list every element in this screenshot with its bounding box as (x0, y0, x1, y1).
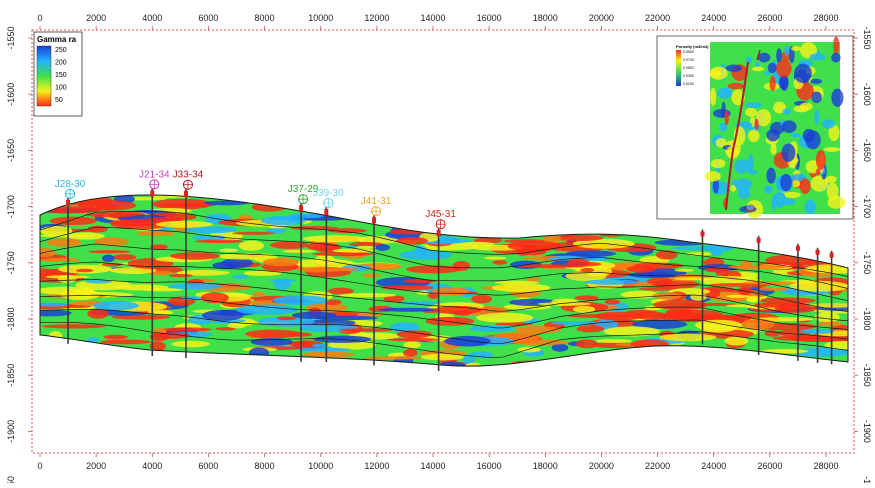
viewport[interactable]: J28-30 J21-34 J33-34 J37-29 J39-30 J41-31 J45-… (0, 0, 875, 488)
y-tick-label-left: -1900 (6, 420, 16, 443)
x-tick-label-top: 26000 (757, 13, 782, 23)
y-tick-label-right: -1550 (862, 26, 872, 49)
x-tick-label-bottom: 8000 (255, 461, 275, 471)
x-tick-label-bottom: 6000 (198, 461, 218, 471)
y-axis-left: -1550 -1600 -1650 -1700 -1750 -1800 -1850 -1900… (6, 26, 32, 488)
legend-label: 50 (55, 97, 63, 104)
legend-color-bar (36, 45, 52, 107)
x-tick-label-bottom: 22000 (645, 461, 670, 471)
x-tick-label-top: 10000 (308, 13, 333, 23)
legend-label: 100 (55, 85, 67, 92)
x-tick-label-top: 20000 (589, 13, 614, 23)
y-tick-label-right: -1750 (862, 251, 872, 274)
x-tick-label-top: 12000 (364, 13, 389, 23)
x-tick-label-bottom: 10000 (308, 461, 333, 471)
well-top-marker (183, 190, 188, 197)
x-tick-label-bottom: 2000 (86, 461, 106, 471)
y-tick-label-right: -1900 (862, 420, 872, 443)
x-tick-label-bottom: 28000 (813, 461, 838, 471)
y-tick-label-right: -1850 (862, 364, 872, 387)
y-tick-label-left: -1800 (6, 307, 16, 330)
legend-label: 250 (55, 47, 67, 54)
x-tick-label-top: 18000 (533, 13, 558, 23)
y-tick-label-right: -1700 (862, 195, 872, 218)
x-tick-label-bottom: 18000 (533, 461, 558, 471)
color-legend[interactable]: Gamma ra 250 200 150 100 50 (33, 31, 83, 117)
y-tick-label-left: -1950 (6, 476, 16, 483)
cross-section-view[interactable]: J28-30J21-34 J33-34J37-29J39-30J41-31J45-… (0, 0, 875, 488)
inset-legend-label: 0.0700 (683, 58, 694, 62)
legend-label: 150 (55, 72, 67, 79)
well-label: J41-31 (361, 196, 392, 207)
x-tick-label-top: 2000 (86, 13, 106, 23)
y-tick-label-right: -1800 (862, 307, 872, 330)
well-top-marker (150, 190, 155, 197)
x-tick-label-top: 16000 (477, 13, 502, 23)
x-tick-label-top: 0 (37, 13, 42, 23)
inset-map (704, 36, 846, 219)
inset-legend-title: Porosity (m3/m3) (676, 44, 709, 49)
inset-legend-bar (676, 50, 681, 86)
y-tick-label-right: -1950 (862, 476, 872, 483)
y-tick-label-left: -1700 (6, 195, 16, 218)
inset-legend-label: 0.0100 (683, 82, 694, 86)
x-tick-label-top: 14000 (420, 13, 445, 23)
inset-legend-label: 0.0500 (683, 66, 694, 70)
x-tick-label-bottom: 0 (37, 461, 42, 471)
y-tick-label-left: -1650 (6, 139, 16, 162)
x-tick-label-top: 6000 (198, 13, 218, 23)
x-tick-label-bottom: 20000 (589, 461, 614, 471)
y-tick-label-left: -1600 (6, 83, 16, 106)
y-tick-label-left: -1550 (6, 26, 16, 49)
y-tick-label-left: -1750 (6, 251, 16, 274)
x-tick-label-top: 8000 (255, 13, 275, 23)
y-axis-right: -1550 -1600 -1650 -1700 -1750 -1800 -1850 -1900… (854, 26, 872, 488)
well-top-marker (66, 199, 71, 206)
well-top-marker (436, 230, 441, 237)
legend-title: Gamma ra (37, 35, 77, 44)
x-tick-label-top: 22000 (645, 13, 670, 23)
x-tick-label-top: 4000 (142, 13, 162, 23)
x-tick-label-top: 24000 (701, 13, 726, 23)
x-tick-label-bottom: 16000 (477, 461, 502, 471)
x-axis-top: 0 2000 4000 6000 8000 10000 12000 14000 16000 180… (37, 13, 839, 30)
well-label: J33-34 (173, 170, 204, 181)
y-tick-label-left: -1850 (6, 364, 16, 387)
x-tick-label-top: 28000 (813, 13, 838, 23)
x-tick-label-bottom: 4000 (142, 461, 162, 471)
y-tick-label-right: -1650 (862, 139, 872, 162)
legend-label: 200 (55, 60, 67, 67)
well-top-marker (324, 208, 329, 215)
x-axis-bottom: 0 2000 4000 6000 8000 10000 12000 14000 16000 180… (37, 453, 839, 471)
y-tick-label-right: -1600 (862, 83, 872, 106)
porosity-map-inset[interactable]: Porosity (m3/m3) 0.0900 0.0700 0.0500 0.030… (656, 35, 854, 220)
well-label: J21-34 (139, 169, 170, 180)
inset-legend-label: 0.0300 (683, 74, 694, 78)
well-top-marker (372, 217, 377, 224)
well-label: J45-31 (425, 209, 456, 220)
well-label: J39-30 (313, 188, 344, 199)
x-tick-label-bottom: 26000 (757, 461, 782, 471)
well-label: J28-30 (55, 179, 86, 190)
inset-legend-label: 0.0900 (683, 50, 694, 54)
x-tick-label-bottom: 24000 (701, 461, 726, 471)
x-tick-label-bottom: 14000 (420, 461, 445, 471)
well-top-marker (299, 205, 304, 212)
x-tick-label-bottom: 12000 (364, 461, 389, 471)
